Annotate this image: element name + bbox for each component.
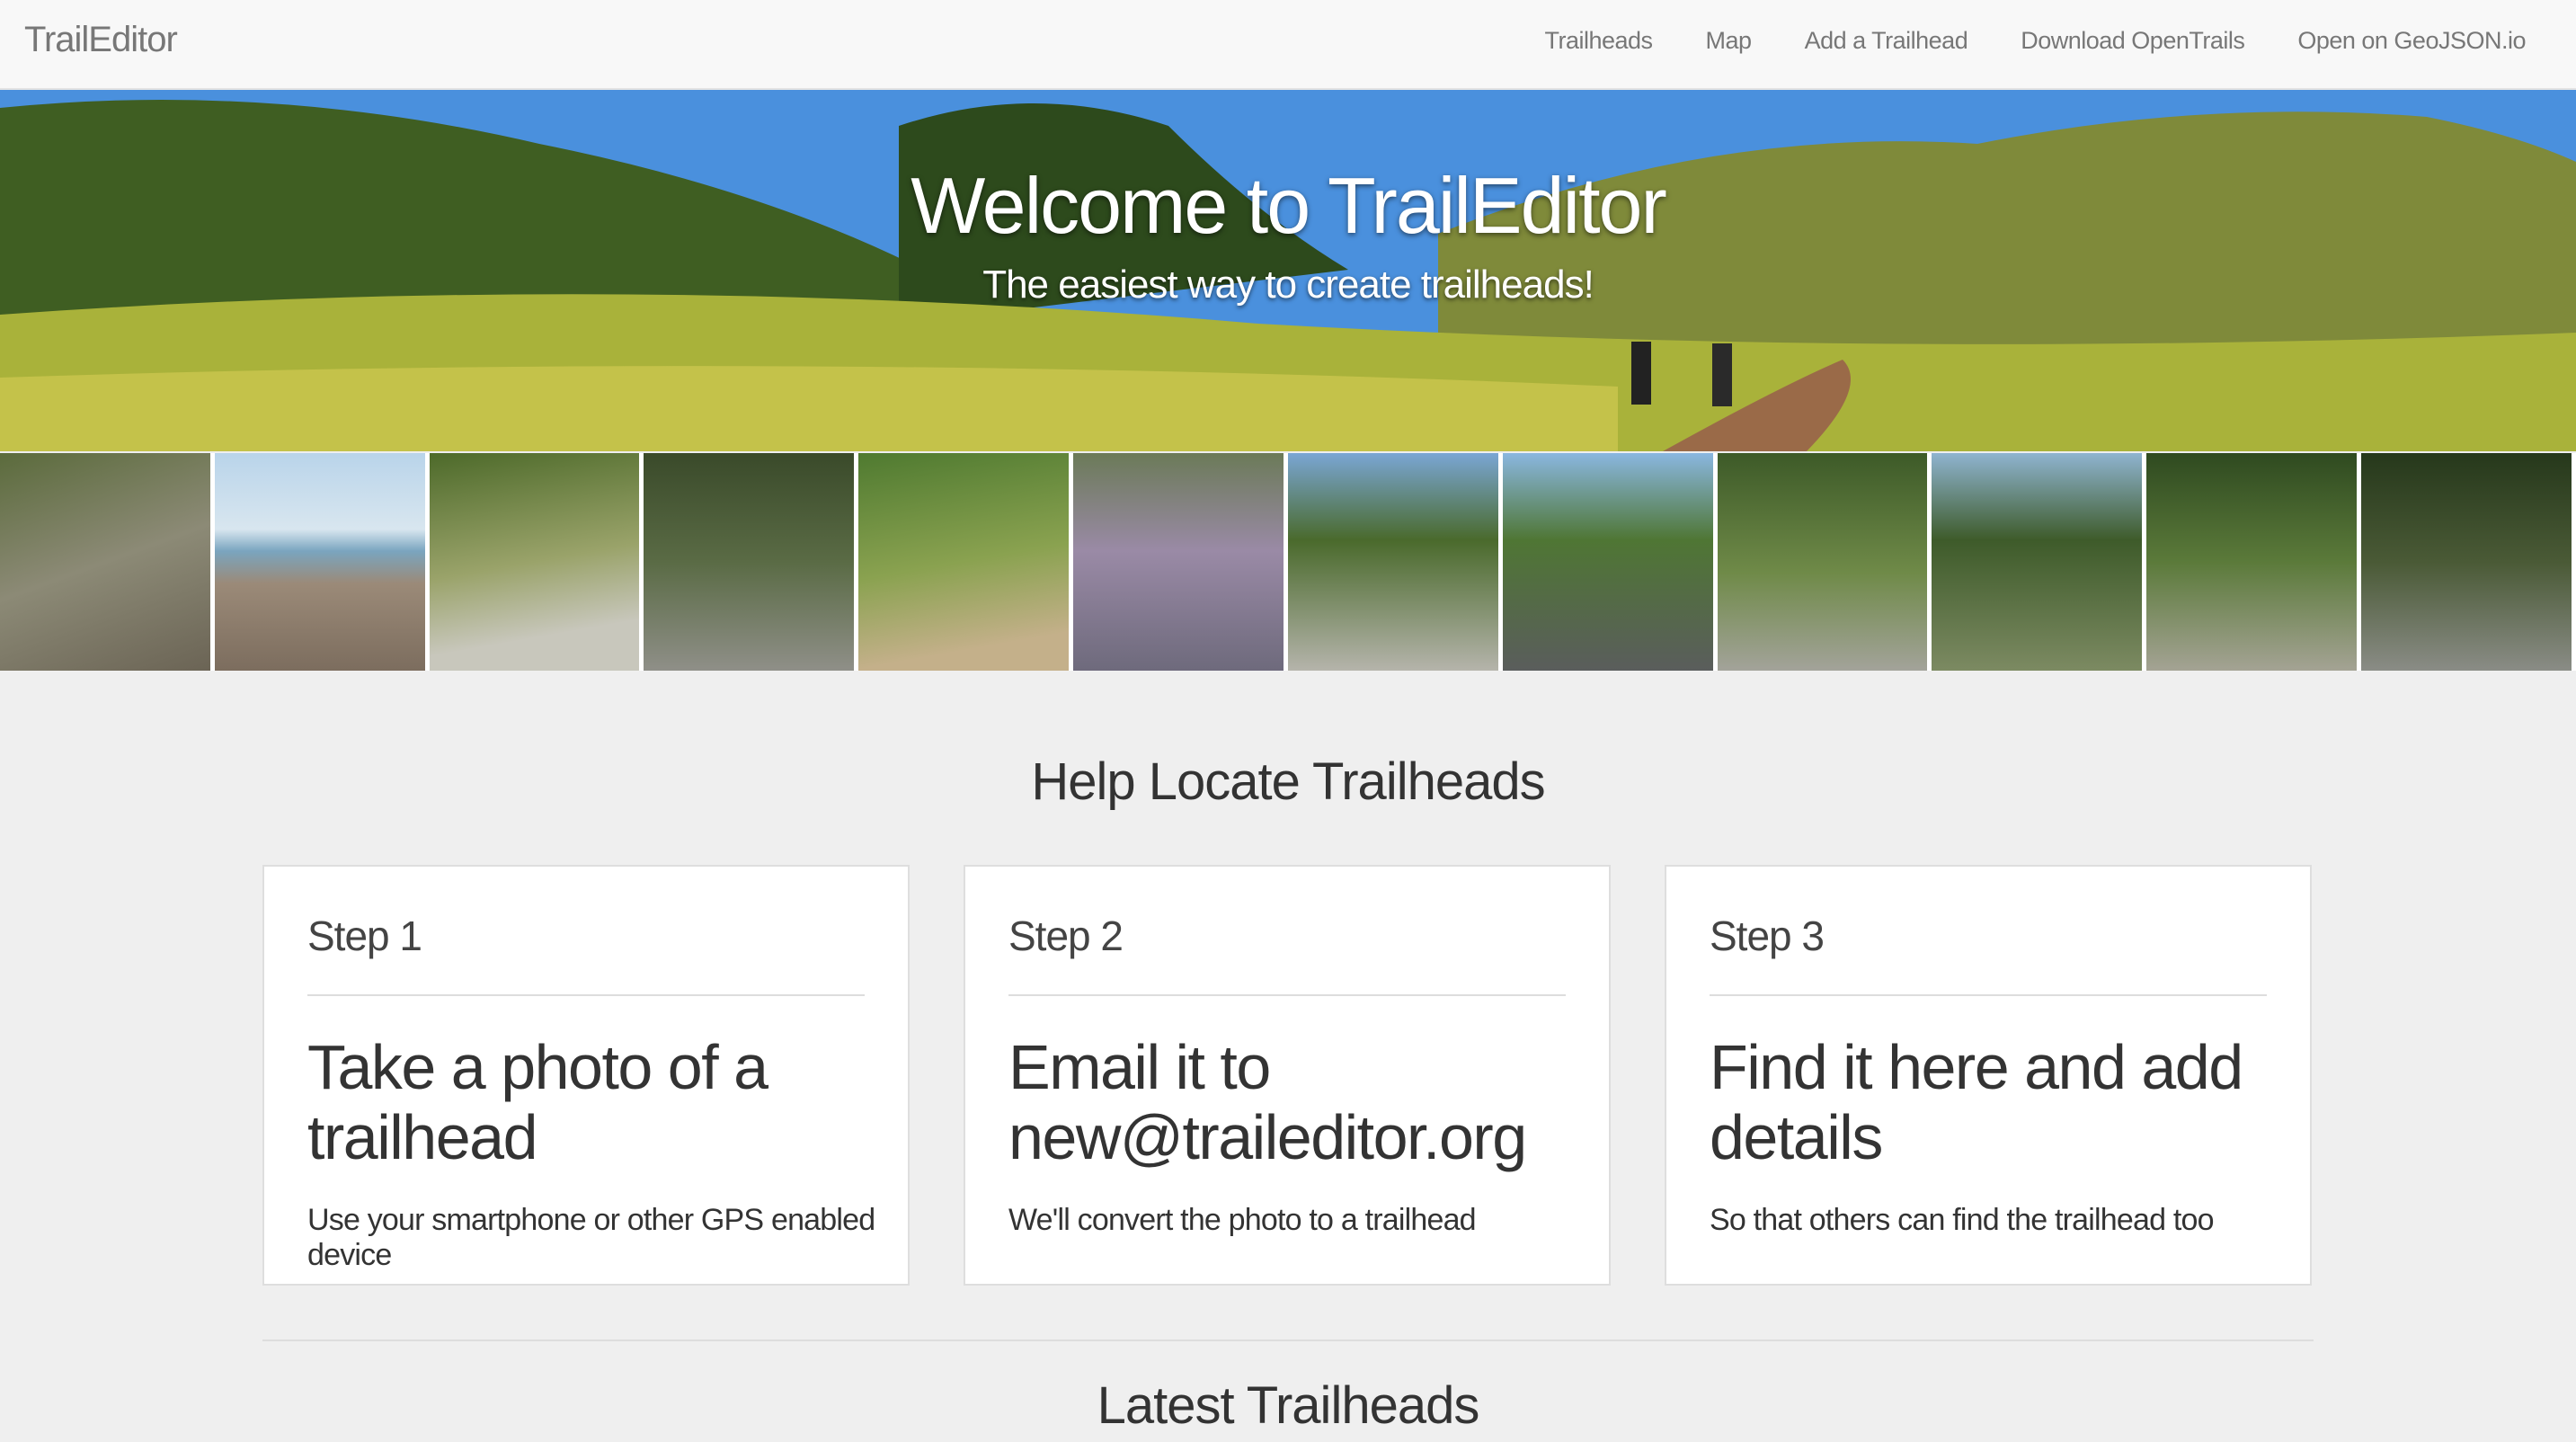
step-label: Step 2	[1008, 912, 1124, 959]
step-description: So that others can find the trailhead to…	[1710, 1203, 2215, 1237]
step-heading: Find it here and add details	[1710, 1032, 2243, 1172]
step-description: Use your smartphone or other GPS enabled…	[307, 1203, 875, 1272]
trailhead-thumbnail[interactable]	[429, 453, 640, 671]
step-heading: Take a photo of a trailhead	[307, 1032, 768, 1172]
hero-title: Welcome to TrailEditor	[910, 161, 1667, 250]
nav-link-map[interactable]: Map	[1706, 27, 1753, 55]
step-divider	[307, 994, 865, 996]
step-card: Step 3 Find it here and add details So t…	[1665, 865, 2312, 1286]
trailhead-photo-strip	[0, 453, 2576, 671]
trailhead-thumbnail[interactable]	[2146, 453, 2358, 671]
help-section-title: Help Locate Trailheads	[1031, 752, 1545, 811]
section-divider	[262, 1340, 2314, 1341]
step-heading: Email it to new@traileditor.org	[1008, 1032, 1527, 1172]
step-divider	[1008, 994, 1566, 996]
nav-links: Trailheads Map Add a Trailhead Download …	[1544, 27, 2526, 55]
steps-container: Step 1 Take a photo of a trailhead Use y…	[262, 865, 2312, 1286]
step-description: We'll convert the photo to a trailhead	[1008, 1203, 1477, 1237]
nav-link-trailheads[interactable]: Trailheads	[1544, 27, 1653, 55]
trailhead-thumbnail[interactable]	[1073, 453, 1284, 671]
trailhead-thumbnail[interactable]	[858, 453, 1070, 671]
nav-link-download-opentrails[interactable]: Download OpenTrails	[2021, 27, 2245, 55]
step-label: Step 1	[307, 912, 422, 959]
trailhead-thumbnail[interactable]	[1717, 453, 1928, 671]
hero-banner: Welcome to TrailEditor The easiest way t…	[0, 90, 2576, 451]
trailhead-thumbnail[interactable]	[1287, 453, 1498, 671]
step-card: Step 2 Email it to new@traileditor.org W…	[964, 865, 1611, 1286]
trailhead-thumbnail[interactable]	[0, 453, 210, 671]
trailhead-thumbnail[interactable]	[1932, 453, 2143, 671]
trailhead-thumbnail[interactable]	[1502, 453, 1713, 671]
brand-logo-link[interactable]: TrailEditor	[24, 20, 178, 60]
step-card: Step 1 Take a photo of a trailhead Use y…	[262, 865, 910, 1286]
latest-trailheads-title: Latest Trailheads	[1097, 1376, 1480, 1435]
nav-link-add-trailhead[interactable]: Add a Trailhead	[1805, 27, 1968, 55]
trailhead-thumbnail[interactable]	[644, 453, 855, 671]
step-label: Step 3	[1710, 912, 1825, 959]
hero-subtitle: The easiest way to create trailheads!	[982, 263, 1594, 307]
step-divider	[1710, 994, 2267, 996]
navbar: TrailEditor Trailheads Map Add a Trailhe…	[0, 0, 2576, 90]
trailhead-thumbnail[interactable]	[214, 453, 425, 671]
nav-link-open-geojson[interactable]: Open on GeoJSON.io	[2297, 27, 2526, 55]
trailhead-thumbnail[interactable]	[2361, 453, 2572, 671]
